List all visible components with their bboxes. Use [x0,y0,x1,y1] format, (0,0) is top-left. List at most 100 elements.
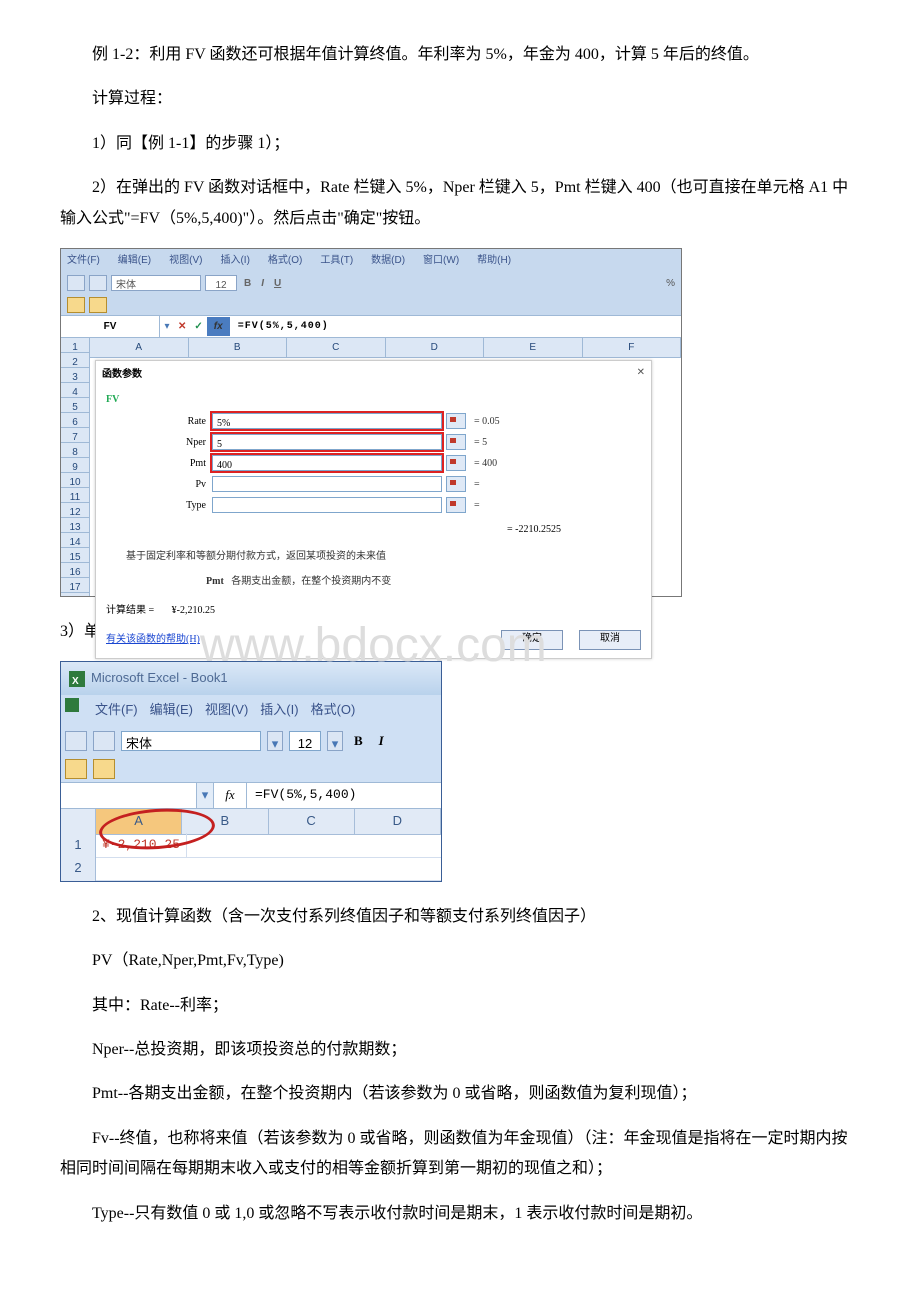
cancel-button[interactable]: 取消 [579,630,641,650]
row-header-2[interactable]: 2 [61,856,96,881]
toolbar-icon-2[interactable] [89,297,107,313]
dialog-function-name: FV [96,388,651,411]
menu-insert[interactable]: 插入(I) [260,698,298,723]
menu-help[interactable]: 帮助(H) [477,251,511,270]
paragraph-1: 例 1-2：利用 FV 函数还可根据年值计算终值。年利率为 5%，年金为 400… [60,40,860,70]
row-header[interactable]: 13 [61,518,89,533]
row-header[interactable]: 4 [61,383,89,398]
col-header[interactable]: E [484,338,583,357]
menu-format[interactable]: 格式(O) [268,251,302,270]
tool-icon[interactable] [89,275,107,291]
menu-data[interactable]: 数据(D) [371,251,405,270]
underline-button[interactable]: U [271,274,284,293]
menu-file[interactable]: 文件(F) [95,698,138,723]
font-select[interactable]: 宋体 [121,731,261,751]
toolbar-icon-1[interactable] [67,297,85,313]
col-header[interactable]: C [287,338,386,357]
menu-edit[interactable]: 编辑(E) [118,251,151,270]
menu-view[interactable]: 视图(V) [205,698,248,723]
collapse-dialog-icon[interactable] [446,497,466,513]
row-header[interactable]: 11 [61,488,89,503]
field-label-nper: Nper [96,433,212,452]
menu-view[interactable]: 视图(V) [169,251,202,270]
row-header[interactable]: 8 [61,443,89,458]
tool-icon[interactable] [93,731,115,751]
col-header[interactable]: D [386,338,485,357]
ok-button[interactable]: 确定 [501,630,563,650]
formula-input[interactable]: =FV(5%,5,400) [230,316,681,337]
row-header[interactable]: 6 [61,413,89,428]
col-header-d[interactable]: D [355,809,441,834]
menu-window[interactable]: 窗口(W) [423,251,459,270]
paragraph-12: Type--只有数值 0 或 1,0 或忽略不写表示收付款时间是期末，1 表示收… [60,1199,860,1229]
row-header[interactable]: 1 [61,338,89,353]
menu-bar: 文件(F) 编辑(E) 视图(V) 插入(I) 格式(O) 工具(T) 数据(D… [61,249,681,272]
col-header[interactable]: B [189,338,288,357]
collapse-dialog-icon[interactable] [446,455,466,471]
nper-input[interactable]: 5 [212,434,442,450]
select-all-corner[interactable] [61,809,96,834]
row-header[interactable]: 5 [61,398,89,413]
pmt-input[interactable]: 400 [212,455,442,471]
col-header-c[interactable]: C [269,809,355,834]
confirm-edit-icon[interactable]: ✓ [190,317,206,336]
row-header[interactable]: 16 [61,563,89,578]
italic-button[interactable]: I [374,729,389,754]
save-icon[interactable] [65,731,87,751]
row-header[interactable]: 15 [61,548,89,563]
pv-input[interactable] [212,476,442,492]
excel-screenshot-result: Microsoft Excel - Book1 文件(F) 编辑(E) 视图(V… [60,661,442,881]
row-header[interactable]: 12 [61,503,89,518]
type-input[interactable] [212,497,442,513]
collapse-dialog-icon[interactable] [446,434,466,450]
menu-bar: 文件(F) 编辑(E) 视图(V) 插入(I) 格式(O) [61,695,441,726]
toolbar-icon-1[interactable] [65,759,87,779]
fx-icon[interactable]: fx [214,783,247,808]
row-header[interactable]: 2 [61,353,89,368]
desc2-label: Pmt [206,576,224,587]
row-header[interactable]: 17 [61,578,89,593]
menu-format[interactable]: 格式(O) [311,698,356,723]
row-header[interactable]: 7 [61,428,89,443]
name-box[interactable]: FV [61,316,160,337]
fx-icon[interactable]: fx [207,317,230,336]
dropdown-icon[interactable]: ▾ [327,731,343,751]
namebox-dropdown-icon[interactable]: ▾ [160,317,174,336]
fontsize-select[interactable]: 12 [205,275,237,291]
excel-screenshot-dialog: 文件(F) 编辑(E) 视图(V) 插入(I) 格式(O) 工具(T) 数据(D… [60,248,682,597]
row-header-1[interactable]: 1 [61,833,96,858]
row-header[interactable]: 3 [61,368,89,383]
row-header[interactable]: 9 [61,458,89,473]
row-headers: 1 2 3 4 5 6 7 8 9 10 11 12 13 14 15 16 1… [61,338,90,596]
col-header[interactable]: F [583,338,682,357]
menu-edit[interactable]: 编辑(E) [150,698,193,723]
menu-insert[interactable]: 插入(I) [220,251,249,270]
row-header[interactable]: 14 [61,533,89,548]
calc-result-label: 计算结果 = [106,605,154,616]
collapse-dialog-icon[interactable] [446,476,466,492]
menu-file[interactable]: 文件(F) [67,251,100,270]
row-header[interactable]: 10 [61,473,89,488]
font-select[interactable]: 宋体 [111,275,201,291]
fontsize-select[interactable]: 12 [289,731,321,751]
italic-button[interactable]: I [258,274,267,293]
field-label-rate: Rate [96,412,212,431]
bold-button[interactable]: B [349,729,368,754]
paragraph-7: PV（Rate,Nper,Pmt,Fv,Type) [60,946,860,976]
collapse-dialog-icon[interactable] [446,413,466,429]
col-header[interactable]: A [90,338,189,357]
close-icon[interactable]: ✕ [637,363,645,382]
save-icon[interactable] [67,275,85,291]
help-link[interactable]: 有关该函数的帮助(H) [106,630,200,649]
namebox-dropdown-icon[interactable]: ▾ [197,783,214,808]
name-box[interactable] [61,783,197,808]
percent-button[interactable]: % [666,274,675,293]
rate-input[interactable]: 5% [212,413,442,429]
dropdown-icon[interactable]: ▾ [267,731,283,751]
paragraph-3: 1）同【例 1-1】的步骤 1）； [60,129,860,159]
bold-button[interactable]: B [241,274,254,293]
formula-input[interactable]: =FV(5%,5,400) [247,783,441,808]
toolbar-icon-2[interactable] [93,759,115,779]
cancel-edit-icon[interactable]: ✕ [174,317,190,336]
menu-tools[interactable]: 工具(T) [320,251,353,270]
